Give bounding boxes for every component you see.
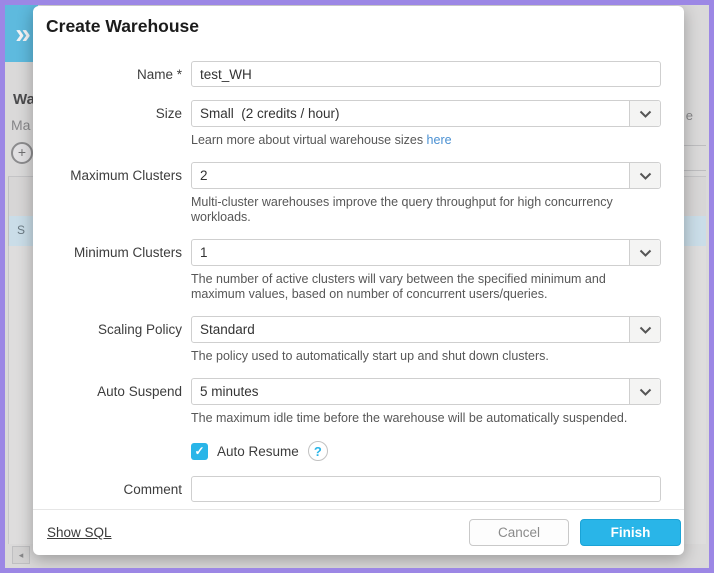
min-clusters-label: Minimum Clusters [33, 245, 182, 260]
scaling-policy-select-value: Standard [192, 322, 255, 337]
field-group-name: Name * [33, 61, 684, 87]
chevron-down-icon[interactable] [629, 240, 660, 265]
name-input[interactable] [191, 61, 661, 87]
max-clusters-select-value: 2 [192, 168, 208, 183]
field-group-size: Size Small (2 credits / hour) Learn more… [33, 100, 684, 148]
field-group-auto-suspend: Auto Suspend 5 minutes The maximum idle … [33, 378, 684, 426]
app-window: » Wa Ma + S e ◂ Create Warehouse Name * [0, 0, 714, 573]
create-warehouse-form: Name * Size Small (2 credits / hour) [33, 61, 684, 516]
chevron-down-icon[interactable] [629, 101, 660, 126]
min-clusters-select[interactable]: 1 [191, 239, 661, 266]
auto-resume-checkbox[interactable]: ✓ [191, 443, 208, 460]
size-label: Size [33, 106, 182, 121]
auto-suspend-label: Auto Suspend [33, 384, 182, 399]
dialog-footer: Show SQL Cancel Finish [33, 509, 684, 555]
create-warehouse-dialog: Create Warehouse Name * Size Small ( [33, 6, 684, 555]
size-help-link[interactable]: here [427, 133, 452, 147]
scaling-policy-label: Scaling Policy [33, 322, 182, 337]
size-select-value: Small (2 credits / hour) [192, 106, 340, 121]
scaling-policy-select[interactable]: Standard [191, 316, 661, 343]
field-group-comment: Comment [33, 476, 684, 502]
max-clusters-label: Maximum Clusters [33, 168, 182, 183]
show-sql-link[interactable]: Show SQL [47, 525, 112, 540]
auto-suspend-help-text: The maximum idle time before the warehou… [191, 411, 661, 426]
comment-label: Comment [33, 482, 182, 497]
min-clusters-select-value: 1 [192, 245, 208, 260]
checkmark-icon: ✓ [194, 444, 204, 458]
max-clusters-select[interactable]: 2 [191, 162, 661, 189]
chevron-down-icon[interactable] [629, 317, 660, 342]
cancel-button[interactable]: Cancel [469, 519, 569, 546]
dialog-title: Create Warehouse [46, 16, 199, 37]
comment-input[interactable] [191, 476, 661, 502]
min-clusters-help-text: The number of active clusters will vary … [191, 272, 661, 302]
field-group-scaling-policy: Scaling Policy Standard The policy used … [33, 316, 684, 364]
finish-button[interactable]: Finish [580, 519, 681, 546]
scaling-policy-help-text: The policy used to automatically start u… [191, 349, 661, 364]
field-group-min-clusters: Minimum Clusters 1 The number of active … [33, 239, 684, 302]
size-select[interactable]: Small (2 credits / hour) [191, 100, 661, 127]
size-help-prefix: Learn more about virtual warehouse sizes [191, 133, 427, 147]
auto-resume-label: Auto Resume [217, 444, 299, 459]
auto-suspend-select-value: 5 minutes [192, 384, 259, 399]
max-clusters-help-text: Multi-cluster warehouses improve the que… [191, 195, 661, 225]
help-question-icon[interactable]: ? [308, 441, 328, 461]
auto-resume-row: ✓ Auto Resume ? [191, 441, 684, 461]
auto-suspend-select[interactable]: 5 minutes [191, 378, 661, 405]
chevron-down-icon[interactable] [629, 379, 660, 404]
question-mark-glyph: ? [314, 444, 322, 459]
chevron-down-icon[interactable] [629, 163, 660, 188]
size-help-text: Learn more about virtual warehouse sizes… [191, 133, 661, 148]
name-label: Name * [33, 67, 182, 82]
field-group-max-clusters: Maximum Clusters 2 Multi-cluster warehou… [33, 162, 684, 225]
